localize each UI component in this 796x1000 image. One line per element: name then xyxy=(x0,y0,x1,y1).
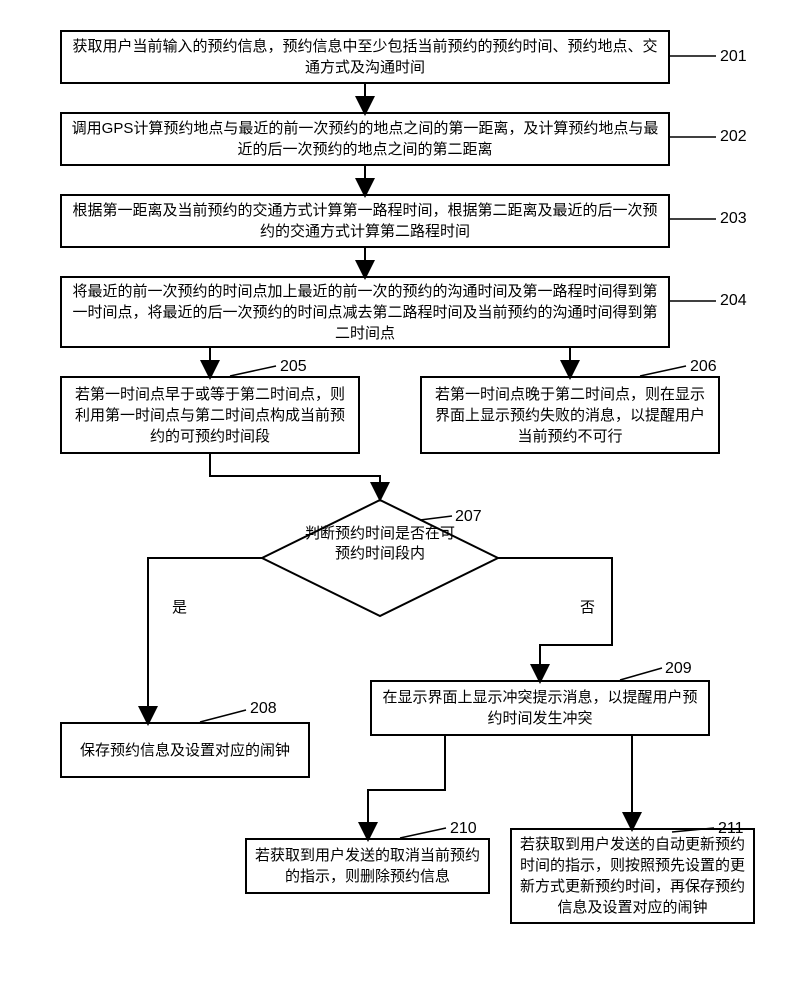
label-202: 202 xyxy=(720,128,747,146)
node-204-text: 将最近的前一次预约的时间点加上最近的前一次的预约的沟通时间及第一路程时间得到第一… xyxy=(70,281,660,344)
label-206: 206 xyxy=(690,358,717,376)
node-202: 调用GPS计算预约地点与最近的前一次预约的地点之间的第一距离，及计算预约地点与最… xyxy=(60,112,670,166)
node-204: 将最近的前一次预约的时间点加上最近的前一次的预约的沟通时间及第一路程时间得到第一… xyxy=(60,276,670,348)
node-208-text: 保存预约信息及设置对应的闹钟 xyxy=(80,740,290,761)
label-205: 205 xyxy=(280,358,307,376)
label-211: 211 xyxy=(718,820,744,838)
label-201: 201 xyxy=(720,48,747,66)
edge-no: 否 xyxy=(580,596,595,617)
node-206-text: 若第一时间点晚于第二时间点，则在显示界面上显示预约失败的消息，以提醒用户当前预约… xyxy=(430,384,710,447)
node-211-text: 若获取到用户发送的自动更新预约时间的指示，则按照预先设置的更新方式更新预约时间，… xyxy=(520,834,745,918)
node-210-text: 若获取到用户发送的取消当前预约的指示，则删除预约信息 xyxy=(255,845,480,887)
label-207: 207 xyxy=(455,508,482,526)
node-209: 在显示界面上显示冲突提示消息，以提醒用户预约时间发生冲突 xyxy=(370,680,710,736)
node-208: 保存预约信息及设置对应的闹钟 xyxy=(60,722,310,778)
node-202-text: 调用GPS计算预约地点与最近的前一次预约的地点之间的第一距离，及计算预约地点与最… xyxy=(70,118,660,160)
node-206: 若第一时间点晚于第二时间点，则在显示界面上显示预约失败的消息，以提醒用户当前预约… xyxy=(420,376,720,454)
label-209: 209 xyxy=(665,660,692,678)
node-211: 若获取到用户发送的自动更新预约时间的指示，则按照预先设置的更新方式更新预约时间，… xyxy=(510,828,755,924)
node-205-text: 若第一时间点早于或等于第二时间点，则利用第一时间点与第二时间点构成当前预约的可预… xyxy=(70,384,350,447)
label-204: 204 xyxy=(720,292,747,310)
label-210: 210 xyxy=(450,820,477,838)
node-201: 获取用户当前输入的预约信息，预约信息中至少包括当前预约的预约时间、预约地点、交通… xyxy=(60,30,670,84)
node-205: 若第一时间点早于或等于第二时间点，则利用第一时间点与第二时间点构成当前预约的可预… xyxy=(60,376,360,454)
label-203: 203 xyxy=(720,210,747,228)
node-209-text: 在显示界面上显示冲突提示消息，以提醒用户预约时间发生冲突 xyxy=(380,687,700,729)
node-201-text: 获取用户当前输入的预约信息，预约信息中至少包括当前预约的预约时间、预约地点、交通… xyxy=(70,36,660,78)
node-210: 若获取到用户发送的取消当前预约的指示，则删除预约信息 xyxy=(245,838,490,894)
label-208: 208 xyxy=(250,700,277,718)
node-203-text: 根据第一距离及当前预约的交通方式计算第一路程时间，根据第二距离及最近的后一次预约… xyxy=(70,200,660,242)
node-203: 根据第一距离及当前预约的交通方式计算第一路程时间，根据第二距离及最近的后一次预约… xyxy=(60,194,670,248)
edge-yes: 是 xyxy=(172,596,187,617)
node-207-text: 判断预约时间是否在可预约时间段内 xyxy=(300,524,460,565)
